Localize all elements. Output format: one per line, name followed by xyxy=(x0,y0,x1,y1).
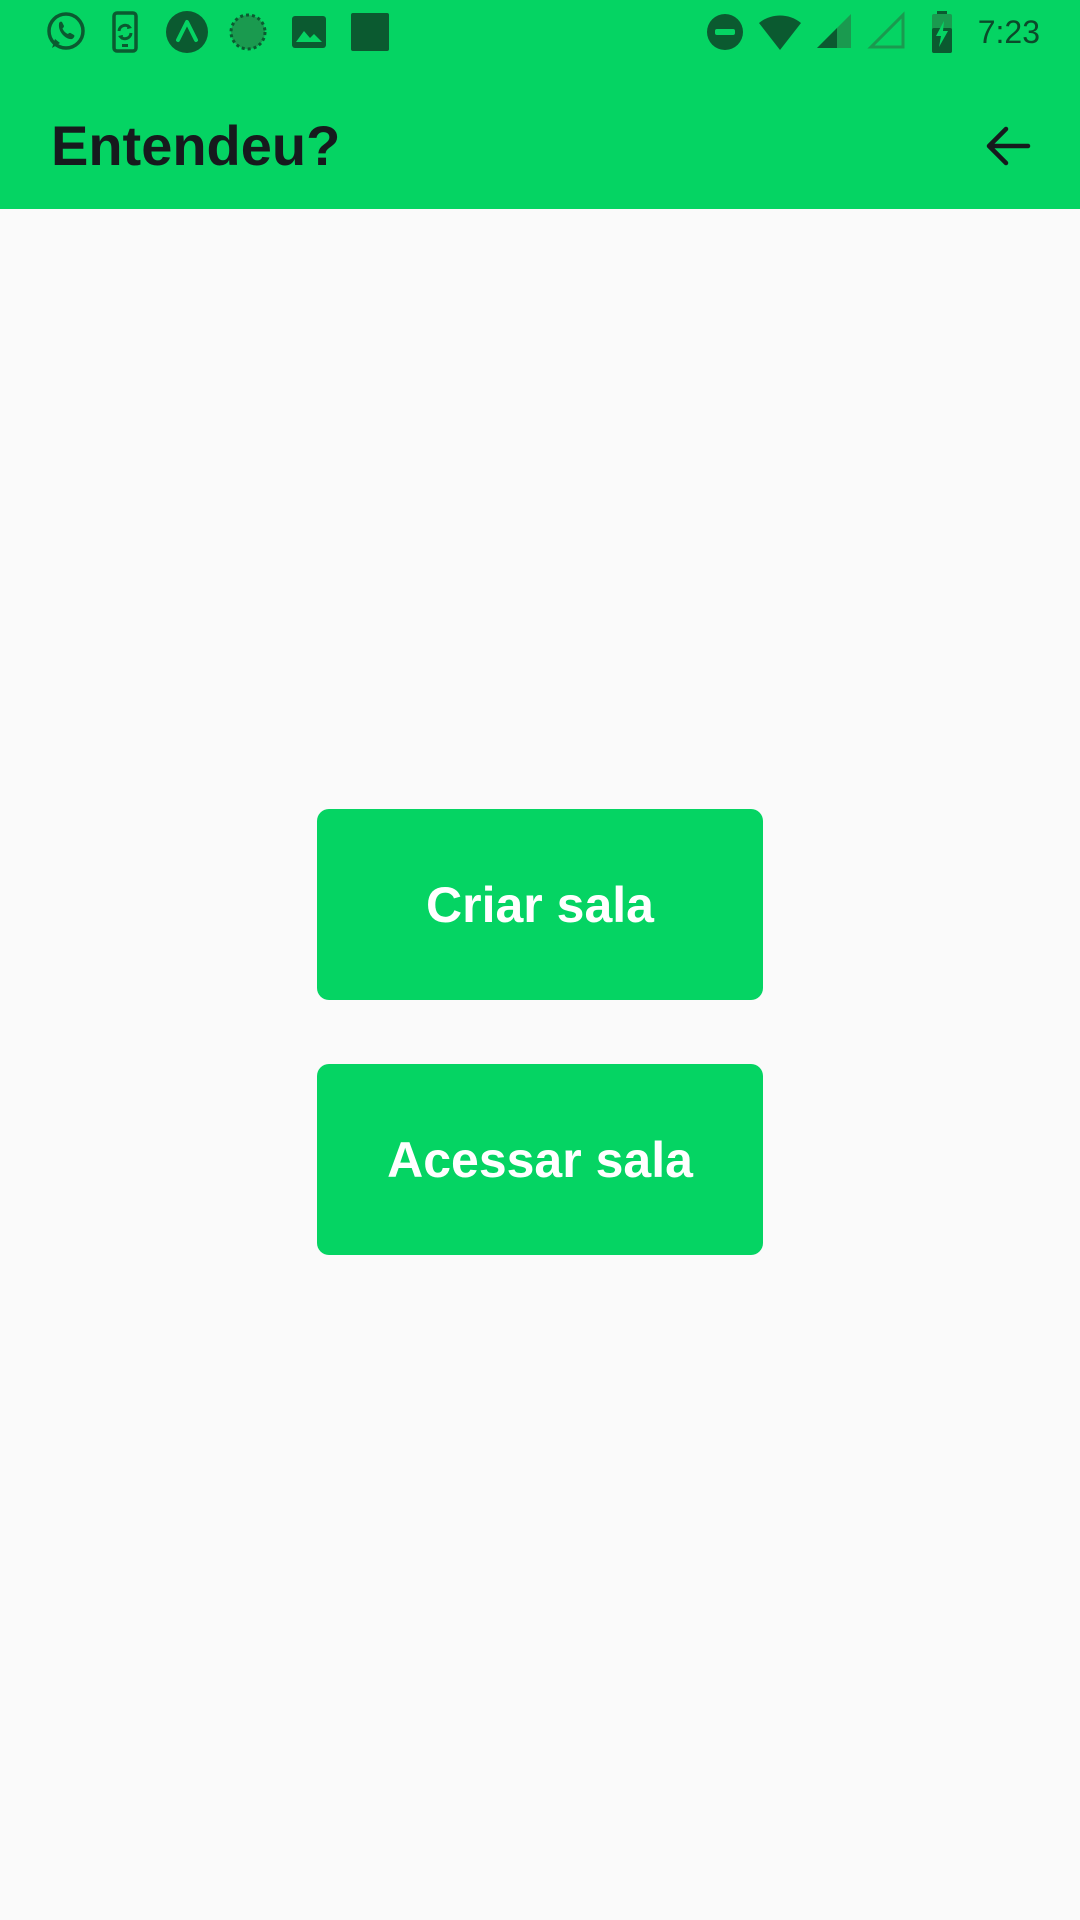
cell-signal-icon xyxy=(813,10,857,54)
create-room-button[interactable]: Criar sala xyxy=(317,809,763,1000)
wifi-icon xyxy=(758,10,802,54)
page-title: Entendeu? xyxy=(51,114,341,177)
app-bar: Entendeu? xyxy=(0,64,1080,209)
access-room-button[interactable]: Acessar sala xyxy=(317,1064,763,1255)
battery-charging-icon xyxy=(920,10,964,54)
image-icon xyxy=(287,10,331,54)
whatsapp-icon xyxy=(44,10,88,54)
status-bar: 7:23 xyxy=(0,0,1080,64)
cell-signal-empty-icon xyxy=(866,10,910,54)
expo-icon xyxy=(165,10,209,54)
main-content: Criar sala Acessar sala xyxy=(0,209,1080,1920)
loading-circle-icon xyxy=(226,10,270,54)
phone-sync-icon xyxy=(104,10,148,54)
do-not-disturb-icon xyxy=(703,10,747,54)
status-time: 7:23 xyxy=(977,14,1040,50)
back-button[interactable] xyxy=(976,114,1040,178)
arrow-back-icon xyxy=(986,126,1031,166)
app-screen: 7:23 Entendeu? Criar sala Acessar sala xyxy=(0,0,1080,1920)
stop-square-icon xyxy=(348,10,392,54)
